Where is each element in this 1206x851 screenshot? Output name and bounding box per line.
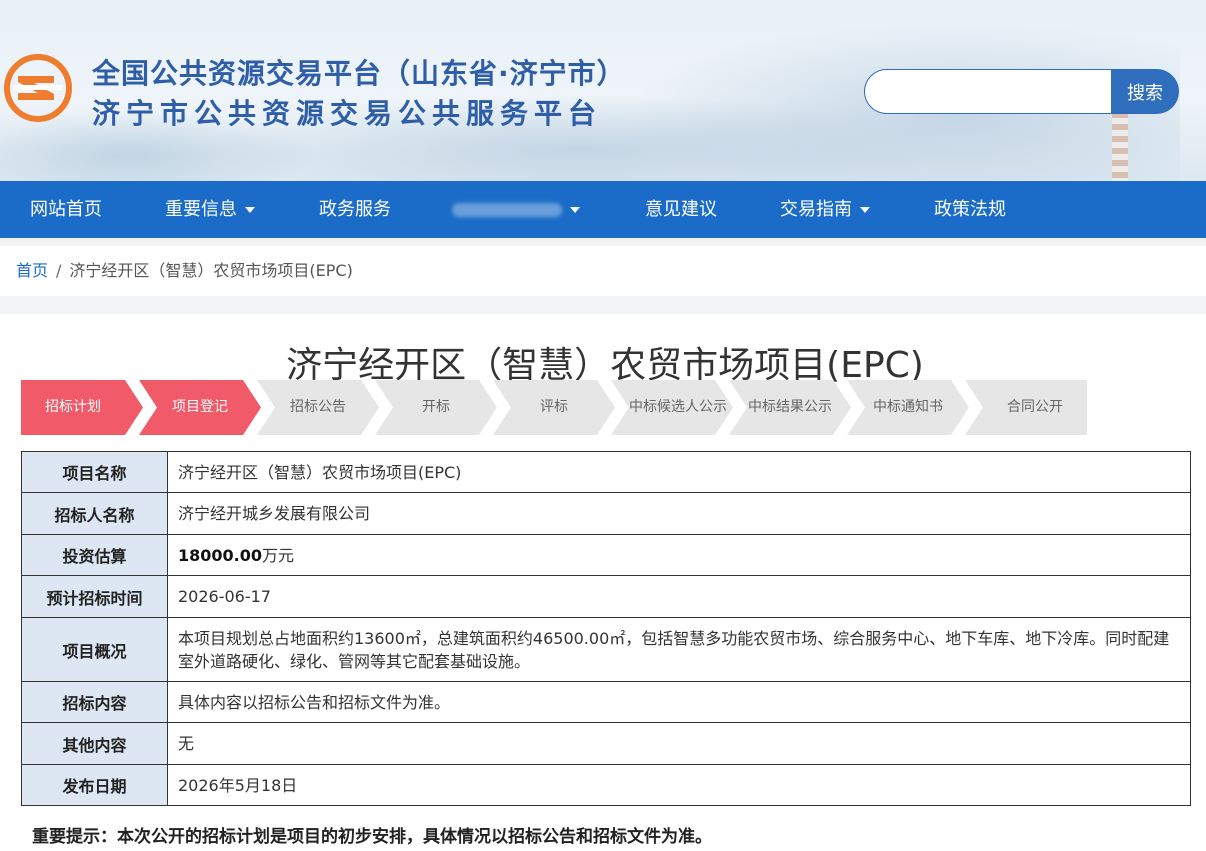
step-label: 评标	[540, 399, 568, 415]
blurred-label	[452, 203, 562, 217]
step-label: 招标计划	[45, 399, 101, 415]
step-label: 开标	[422, 399, 450, 415]
caret-down-icon	[245, 207, 255, 213]
tenderer-name-value: 济宁经开城乡发展有限公司	[167, 492, 1191, 535]
table-row: 招标内容 具体内容以招标公告和招标文件为准。	[21, 681, 1191, 723]
row-label: 招标人名称	[21, 492, 168, 535]
row-label: 招标内容	[21, 681, 168, 723]
caret-down-icon	[570, 207, 580, 213]
step-label: 中标结果公示	[748, 399, 832, 415]
nav-item-important-info[interactable]: 重要信息	[165, 181, 255, 238]
table-row: 投资估算 18000.00万元	[21, 534, 1191, 576]
step-label: 合同公开	[1007, 399, 1063, 415]
search-input[interactable]	[864, 69, 1124, 114]
row-label: 预计招标时间	[21, 575, 168, 618]
caret-down-icon	[860, 207, 870, 213]
search-button[interactable]: 搜索	[1111, 69, 1179, 114]
step-label: 中标通知书	[873, 399, 943, 415]
table-row: 项目名称 济宁经开区（智慧）农贸市场项目(EPC)	[21, 451, 1191, 493]
row-label: 投资估算	[21, 534, 168, 576]
row-label: 项目名称	[21, 451, 168, 493]
step-label: 项目登记	[172, 399, 228, 415]
tower-illustration	[1112, 112, 1128, 181]
breadcrumb-current: 济宁经开区（智慧）农贸市场项目(EPC)	[69, 261, 353, 280]
site-header: 全国公共资源交易平台（山东省·济宁市） 济宁市公共资源交易公共服务平台 搜索	[0, 0, 1206, 181]
row-label: 其他内容	[21, 722, 168, 765]
important-notice: 重要提示：本次公开的招标计划是项目的初步安排，具体情况以招标公告和招标文件为准。	[32, 827, 712, 847]
project-overview-value: 本项目规划总占地面积约13600㎡，总建筑面积约46500.00㎡，包括智慧多功…	[167, 617, 1191, 682]
investment-number: 18000.00	[178, 545, 263, 565]
row-label: 项目概况	[21, 617, 168, 682]
nav-item-blurred[interactable]	[452, 181, 580, 238]
breadcrumb-separator: /	[56, 261, 62, 280]
nav-item-trading-guide[interactable]: 交易指南	[780, 181, 870, 238]
publish-date-value: 2026年5月18日	[167, 764, 1191, 806]
table-row: 其他内容 无	[21, 722, 1191, 765]
investment-unit: 万元	[262, 545, 295, 565]
table-row: 项目概况 本项目规划总占地面积约13600㎡，总建筑面积约46500.00㎡，包…	[21, 617, 1191, 682]
nav-item-feedback[interactable]: 意见建议	[645, 181, 717, 238]
main-nav: 网站首页 重要信息 政务服务 意见建议 交易指南 政策法规	[0, 181, 1206, 238]
table-row: 招标人名称 济宁经开城乡发展有限公司	[21, 492, 1191, 535]
tender-content-value: 具体内容以招标公告和招标文件为准。	[167, 681, 1191, 723]
table-row: 发布日期 2026年5月18日	[21, 764, 1191, 806]
nav-item-policies[interactable]: 政策法规	[934, 181, 1006, 238]
other-content-value: 无	[167, 722, 1191, 765]
nav-item-home[interactable]: 网站首页	[30, 181, 102, 238]
breadcrumb: 首页 / 济宁经开区（智慧）农贸市场项目(EPC)	[0, 246, 1206, 296]
project-info-table: 项目名称 济宁经开区（智慧）农贸市场项目(EPC) 招标人名称 济宁经开城乡发展…	[21, 451, 1191, 806]
breadcrumb-home-link[interactable]: 首页	[16, 261, 48, 280]
table-row: 预计招标时间 2026-06-17	[21, 575, 1191, 618]
project-name-value: 济宁经开区（智慧）农贸市场项目(EPC)	[167, 451, 1191, 493]
row-label: 发布日期	[21, 764, 168, 806]
platform-title: 全国公共资源交易平台（山东省·济宁市）	[92, 57, 626, 90]
nav-item-government-services[interactable]: 政务服务	[319, 181, 391, 238]
platform-subtitle: 济宁市公共资源交易公共服务平台	[92, 97, 603, 130]
ji-letter-logo-icon[interactable]	[4, 54, 72, 122]
planned-tender-date-value: 2026-06-17	[167, 575, 1191, 618]
step-label: 中标候选人公示	[629, 399, 727, 415]
progress-steps: 招标计划 项目登记 招标公告 开标 评标 中标候选人公示 中标结果公示 中标通知书 合同公开	[21, 380, 1111, 435]
investment-value: 18000.00万元	[167, 534, 1191, 576]
step-label: 招标公告	[290, 399, 346, 415]
